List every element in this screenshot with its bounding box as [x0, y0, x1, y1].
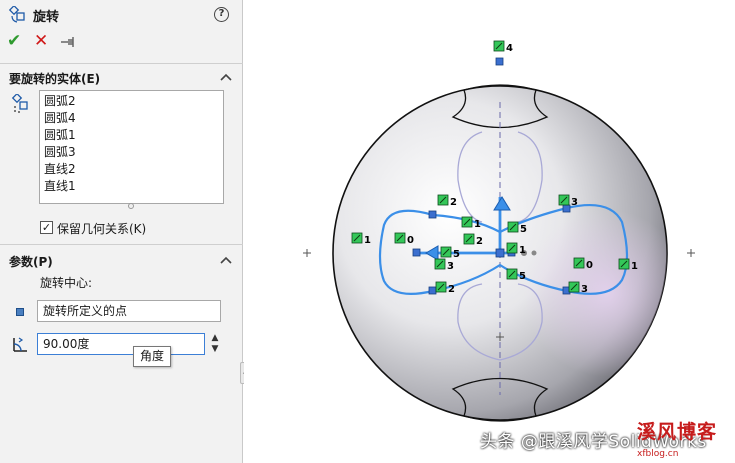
relation-label: 5 — [520, 224, 527, 235]
title-bar: 旋转 ? — [0, 0, 243, 30]
relation-label: 2 — [450, 197, 457, 208]
relation-label: 3 — [447, 261, 454, 272]
list-item[interactable]: 圆弧1 — [44, 127, 219, 144]
cancel-button[interactable]: ✕ — [34, 31, 52, 51]
list-item[interactable]: 直线1 — [44, 178, 219, 195]
relation-label: 1 — [519, 245, 526, 256]
point-icon — [16, 308, 24, 316]
relation-label: 5 — [519, 271, 526, 282]
chevron-up-icon[interactable] — [220, 255, 232, 265]
divider — [0, 244, 243, 245]
logo-url: xfblog.cn — [637, 449, 679, 459]
divider — [0, 63, 243, 64]
chevron-up-icon[interactable] — [220, 72, 232, 82]
relation-label: 1 — [364, 235, 371, 246]
sketch-entities-icon — [11, 94, 28, 113]
angle-tooltip: 角度 — [133, 346, 171, 367]
relation-label: 1 — [631, 261, 638, 272]
list-item[interactable]: 直线2 — [44, 161, 219, 178]
rotate-entities-icon — [9, 6, 25, 23]
page-title: 旋转 — [33, 10, 60, 25]
angle-input[interactable]: 90.00度 — [37, 333, 205, 355]
relation-label: 0 — [586, 260, 593, 271]
property-manager: 旋转 ? ✔ ✕ 要旋转的实体(E) 圆弧2 圆弧4 圆弧1 圆弧3 直线2 直… — [0, 0, 243, 463]
rotation-center-label: 旋转中心: — [40, 276, 93, 290]
graphics-area[interactable]: 4210512531301235 头条 @跟溪风学SolidWorks — [244, 0, 735, 463]
entities-section-header[interactable]: 要旋转的实体(E) — [0, 67, 243, 89]
relation-label: 1 — [474, 219, 481, 230]
list-item[interactable]: 圆弧3 — [44, 144, 219, 161]
list-item[interactable]: 圆弧2 — [44, 93, 219, 110]
ok-button[interactable]: ✔ — [7, 31, 25, 51]
relation-label: 2 — [476, 236, 483, 247]
spin-up-icon[interactable]: ▲ — [209, 333, 221, 344]
action-bar: ✔ ✕ — [0, 31, 243, 53]
angle-icon — [13, 337, 27, 352]
listbox-resize-handle[interactable] — [128, 203, 134, 209]
keep-relations-checkbox[interactable]: ✓ — [40, 221, 53, 234]
help-icon[interactable]: ? — [214, 7, 229, 22]
sketch-relation-badge[interactable]: 4 — [493, 40, 513, 54]
list-item[interactable]: 圆弧4 — [44, 110, 219, 127]
relation-label: 2 — [448, 284, 455, 295]
relation-label: 4 — [506, 43, 513, 54]
entities-section-title: 要旋转的实体(E) — [9, 72, 101, 86]
rotation-center-field[interactable]: 旋转所定义的点 — [37, 300, 221, 322]
model-canvas[interactable]: 42105 1253130 12 35 — [244, 0, 735, 463]
logo-brand: 溪风博客 — [637, 421, 718, 443]
params-section-title: 参数(P) — [9, 255, 53, 269]
relation-label: 3 — [581, 284, 588, 295]
pin-icon[interactable] — [60, 34, 78, 50]
relation-label: 5 — [453, 249, 460, 260]
params-section-header[interactable]: 参数(P) — [0, 250, 243, 272]
relation-label: 3 — [571, 197, 578, 208]
relation-label: 0 — [407, 235, 414, 246]
entities-list: 圆弧2 圆弧4 圆弧1 圆弧3 直线2 直线1 — [40, 91, 223, 197]
entities-listbox[interactable]: 圆弧2 圆弧4 圆弧1 圆弧3 直线2 直线1 — [39, 90, 224, 204]
keep-relations-label[interactable]: 保留几何关系(K) — [57, 220, 146, 237]
angle-spinner[interactable]: ▲ ▼ — [209, 333, 221, 355]
spin-down-icon[interactable]: ▼ — [209, 344, 221, 355]
